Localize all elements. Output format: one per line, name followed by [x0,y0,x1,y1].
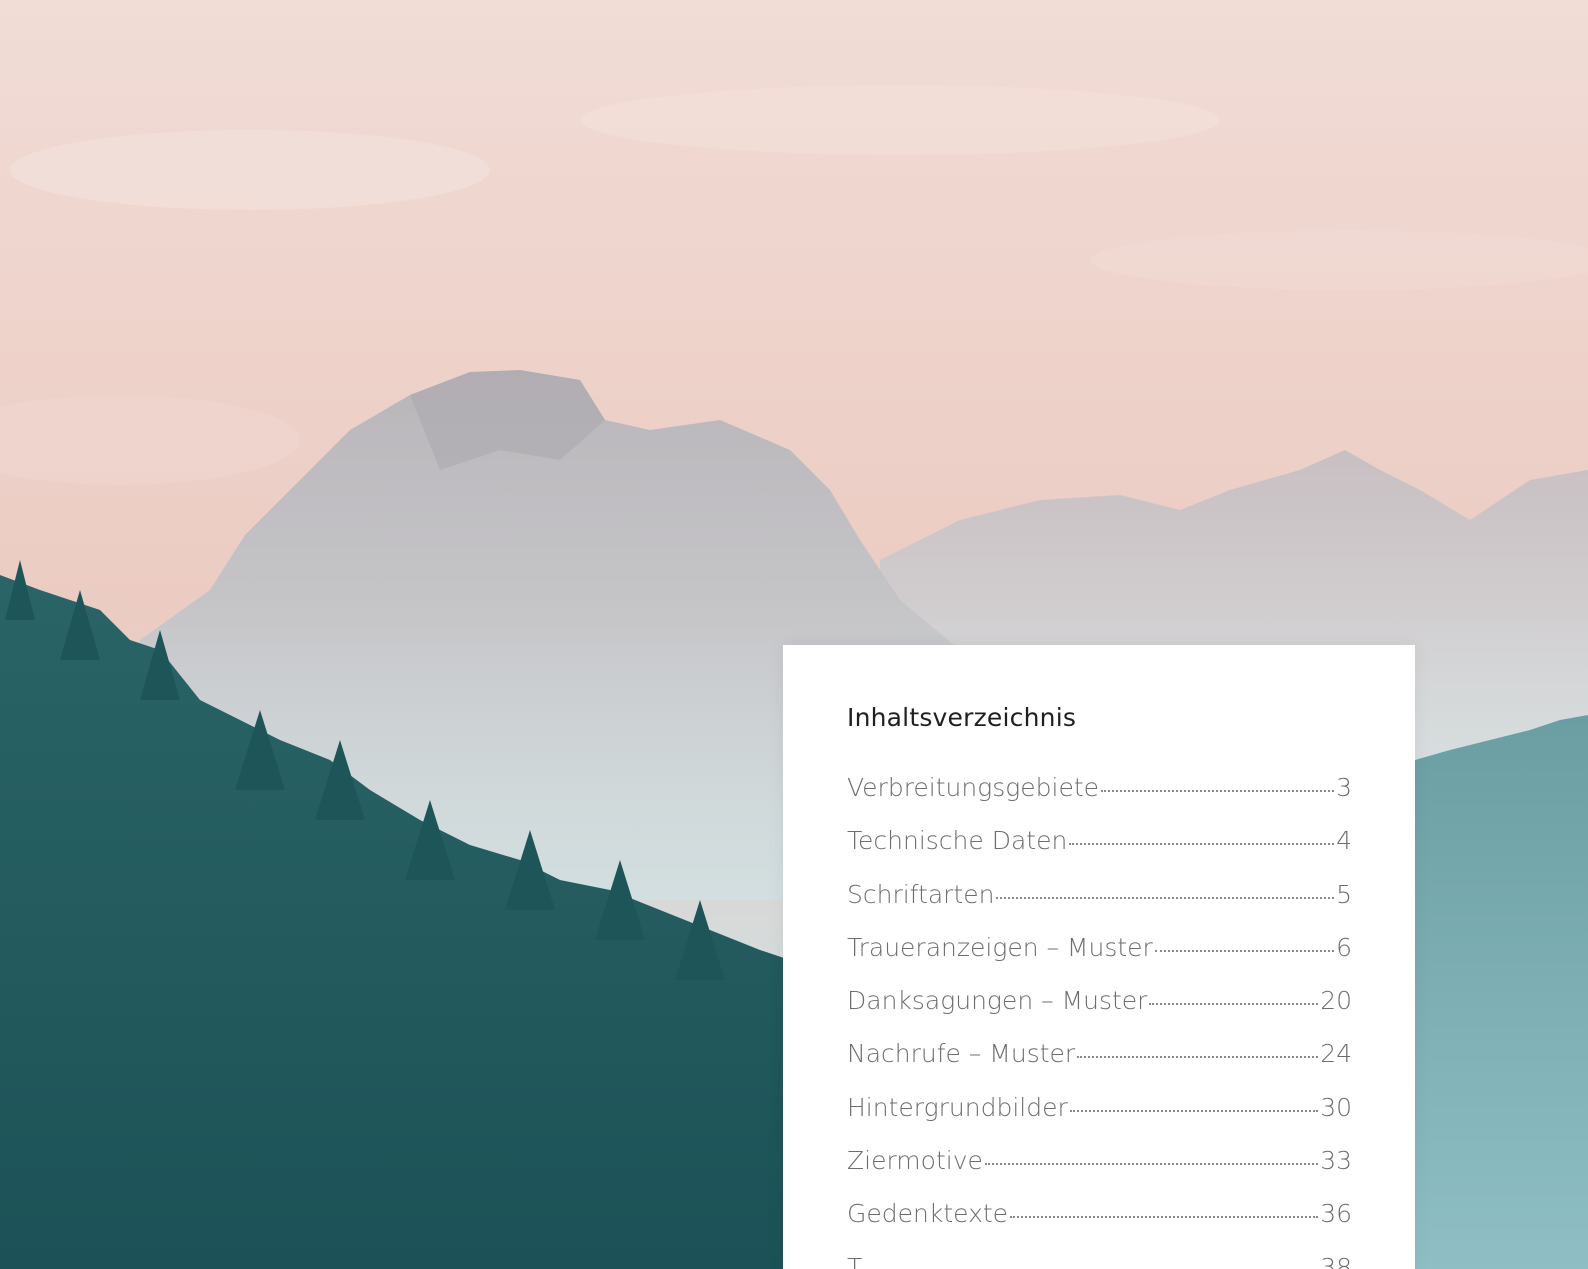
toc-leader-dots [1149,1003,1319,1006]
toc-entry[interactable]: Ziermotive 33 [847,1146,1352,1199]
toc-entry[interactable]: Hintergrundbilder 30 [847,1093,1352,1146]
toc-entry-page: 24 [1320,1039,1352,1069]
toc-leader-dots [1101,790,1335,792]
toc-entry[interactable]: Danksagungen – Muster 20 [847,986,1352,1039]
toc-entry-label: Danksagungen – Muster [847,986,1148,1016]
toc-list: Verbreitungsgebiete 3 Technische Daten 4… [847,773,1352,1269]
toc-entry-label: Ziermotive [847,1146,983,1176]
toc-entry-label: Hintergrundbilder [847,1092,1068,1122]
toc-entry[interactable]: Traueranzeigen – Muster 6 [847,933,1352,986]
toc-entry-page: 5 [1336,879,1352,909]
toc-card: Inhaltsverzeichnis Verbreitungsgebiete 3… [783,645,1415,1269]
document-page: Inhaltsverzeichnis Verbreitungsgebiete 3… [0,0,1588,1269]
toc-entry-label: Nachrufe – Muster [847,1039,1076,1069]
toc-entry[interactable]: Nachrufe – Muster 24 [847,1039,1352,1092]
toc-entry-page: 6 [1336,932,1352,962]
toc-entry[interactable]: Gedenktexte 36 [847,1199,1352,1252]
toc-leader-dots [1010,1216,1319,1219]
toc-entry-page: 33 [1320,1146,1352,1176]
toc-leader-dots [1154,949,1335,952]
toc-entry-page: 38 [1320,1252,1352,1269]
toc-entry[interactable]: T 38 [847,1253,1352,1269]
toc-entry[interactable]: Verbreitungsgebiete 3 [847,773,1352,826]
toc-leader-dots [984,1163,1319,1166]
toc-leader-dots [1069,843,1335,846]
toc-title: Inhaltsverzeichnis [847,703,1077,732]
toc-entry[interactable]: Technische Daten 4 [847,826,1352,879]
toc-entry-page: 4 [1336,826,1352,856]
toc-entry-page: 20 [1320,986,1352,1016]
toc-leader-dots [1077,1056,1319,1059]
toc-entry-page: 30 [1320,1092,1352,1122]
toc-entry[interactable]: Schriftarten 5 [847,880,1352,933]
toc-entry-label: Verbreitungsgebiete [847,773,1100,802]
toc-entry-label: Schriftarten [847,879,995,909]
toc-entry-label: Technische Daten [847,826,1068,856]
toc-entry-label: T [847,1252,863,1269]
toc-leader-dots [996,896,1335,899]
toc-entry-label: Traueranzeigen – Muster [847,932,1153,962]
toc-entry-page: 36 [1320,1199,1352,1229]
toc-entry-page: 3 [1336,773,1352,802]
toc-entry-label: Gedenktexte [847,1199,1009,1229]
toc-leader-dots [1069,1109,1319,1112]
